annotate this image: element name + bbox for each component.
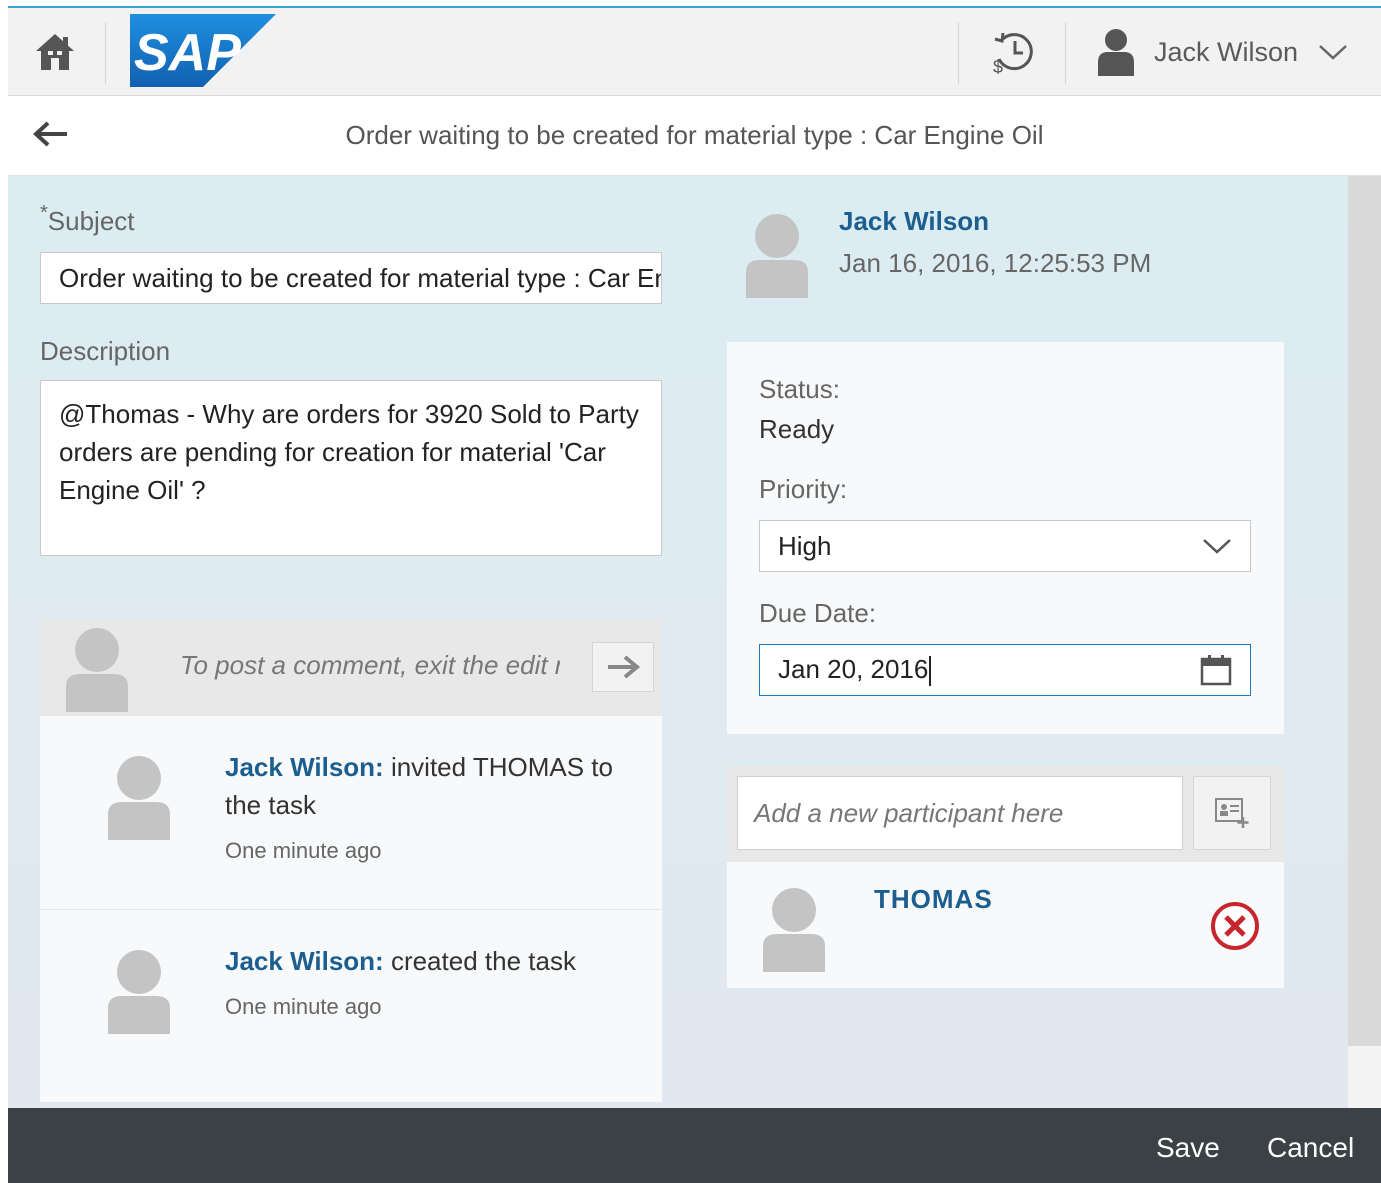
feed-item-author[interactable]: Jack Wilson: <box>225 752 384 782</box>
avatar-placeholder-icon <box>108 950 170 1034</box>
description-textarea[interactable]: @Thomas - Why are orders for 3920 Sold t… <box>40 380 662 556</box>
scrollbar-end <box>1348 1046 1381 1108</box>
post-comment-button[interactable] <box>592 642 654 692</box>
avatar-placeholder-icon <box>108 756 170 840</box>
shell-separator <box>1065 22 1066 84</box>
page-title: Order waiting to be created for material… <box>345 120 1044 150</box>
user-name: Jack Wilson <box>1154 36 1299 67</box>
svg-text:$: $ <box>993 57 1003 75</box>
history-icon: $ <box>993 32 1033 75</box>
subject-input[interactable]: Order waiting to be created for material… <box>40 252 662 304</box>
feed-item: Jack Wilson: created the task One minute… <box>40 910 662 1102</box>
creator-name[interactable]: Jack Wilson <box>839 206 989 237</box>
created-date: Jan 16, 2016, 12:25:53 PM <box>839 248 1152 278</box>
feed-input-bar: To post a comment, exit the edit mode <box>40 620 662 716</box>
feed-item-time: One minute ago <box>225 838 382 863</box>
priority-label: Priority: <box>759 474 848 504</box>
home-button[interactable] <box>28 24 82 80</box>
scrollbar-track[interactable] <box>1348 176 1381 1046</box>
feed-item-text: Jack Wilson: invited THOMAS to the task <box>225 748 635 824</box>
feed-item-time: One minute ago <box>225 994 382 1019</box>
participant-input-placeholder: Add a new participant here <box>754 797 1064 828</box>
add-contact-icon <box>1215 798 1249 828</box>
participant-name[interactable]: THOMAS <box>874 884 993 915</box>
participant-input-bar: Add a new participant here <box>727 766 1284 862</box>
cancel-button[interactable]: Cancel <box>1267 1132 1354 1164</box>
user-menu[interactable]: Jack Wilson <box>1096 22 1366 82</box>
user-icon <box>1098 29 1134 76</box>
sap-logo[interactable]: SAP <box>130 14 276 87</box>
arrow-right-icon <box>608 655 640 679</box>
calendar-icon[interactable] <box>1200 654 1232 686</box>
shell-bar: SAP $ Jack Wilson <box>8 8 1381 96</box>
participant-input[interactable]: Add a new participant here <box>737 776 1183 850</box>
feed-list: Jack Wilson: invited THOMAS to the task … <box>40 716 662 1102</box>
subject-label: *Subject <box>40 202 135 237</box>
feed-item: Jack Wilson: invited THOMAS to the task … <box>40 716 662 910</box>
status-value: Ready <box>759 414 835 444</box>
description-value: @Thomas - Why are orders for 3920 Sold t… <box>59 399 639 505</box>
subject-label-text: Subject <box>47 206 135 236</box>
home-icon <box>36 34 74 70</box>
avatar-placeholder-icon <box>66 628 128 712</box>
app-window: SAP $ Jack Wilson Order waiting to be cr… <box>8 0 1381 1183</box>
description-label: Description <box>40 336 171 366</box>
sap-logo-text: SAP <box>134 24 241 82</box>
history-button[interactable]: $ <box>984 24 1044 80</box>
feed-item-author[interactable]: Jack Wilson: <box>225 946 384 976</box>
creator-avatar-icon <box>746 214 808 298</box>
chevron-down-icon <box>1319 45 1347 60</box>
shell-separator <box>958 22 959 84</box>
task-detail-content: *Subject Order waiting to be created for… <box>8 176 1348 1108</box>
participants-panel: Add a new participant here THOMAS <box>727 766 1284 988</box>
subject-input-value: Order waiting to be created for material… <box>59 262 661 293</box>
feed-item-text: Jack Wilson: created the task <box>225 942 635 982</box>
task-info-panel: Status: Ready Priority: High Due Date: J… <box>727 342 1284 734</box>
status-label: Status: <box>759 374 840 404</box>
due-date-value-wrap: Jan 20, 2016 <box>778 653 932 687</box>
feed-comment-input[interactable]: To post a comment, exit the edit mode <box>180 650 560 681</box>
due-date-input[interactable]: Jan 20, 2016 <box>759 644 1251 696</box>
chevron-down-icon <box>1203 539 1231 554</box>
page-header: Order waiting to be created for material… <box>8 96 1381 176</box>
remove-participant-icon[interactable] <box>1209 900 1261 952</box>
priority-select[interactable]: High <box>759 520 1251 572</box>
shell-separator <box>105 22 106 84</box>
due-date-value: Jan 20, 2016 <box>778 653 929 684</box>
text-caret <box>929 656 932 687</box>
footer-toolbar: Save Cancel <box>8 1108 1381 1183</box>
add-participant-button[interactable] <box>1193 776 1271 850</box>
due-date-label: Due Date: <box>759 598 877 628</box>
participant-avatar-icon <box>763 888 825 972</box>
required-mark: * <box>40 202 48 224</box>
feed-item-message: created the task <box>383 946 576 976</box>
priority-value: High <box>778 530 832 561</box>
save-button[interactable]: Save <box>1156 1132 1220 1164</box>
